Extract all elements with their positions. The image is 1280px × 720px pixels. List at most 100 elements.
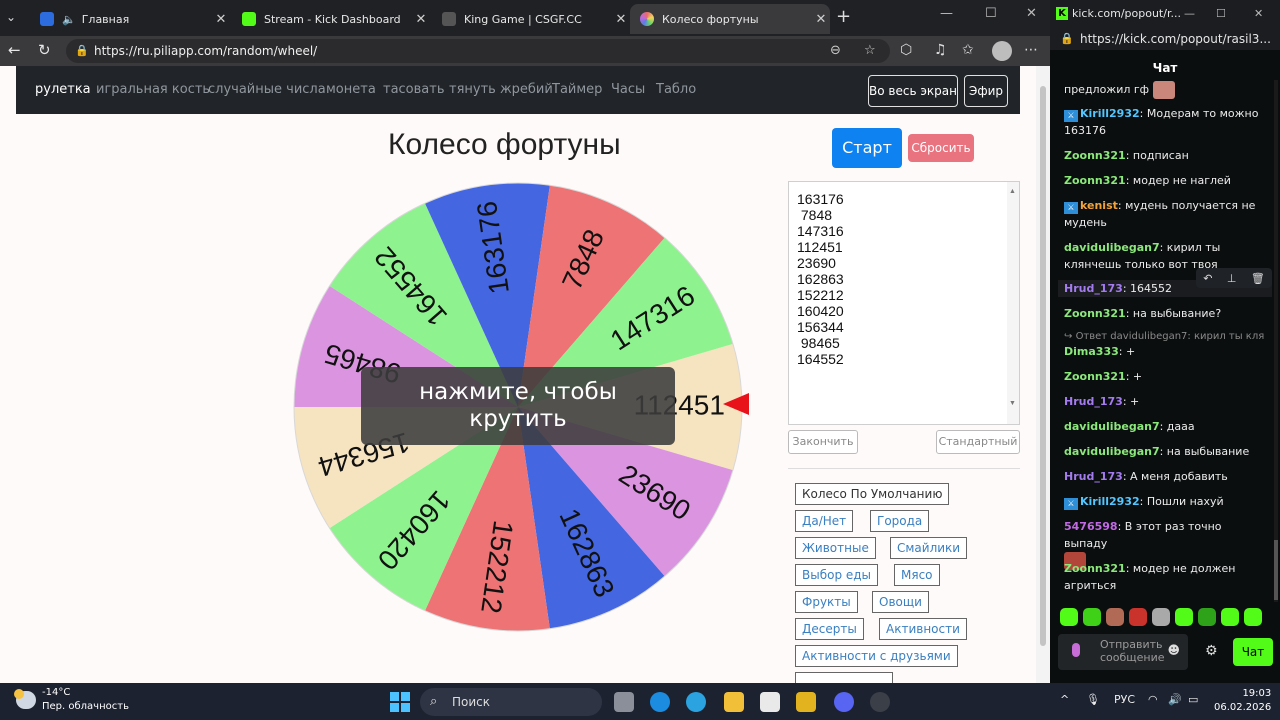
new-tab-icon[interactable]: + [836, 6, 851, 27]
chat-username[interactable]: Zoonn321 [1064, 174, 1126, 187]
taskbar-search[interactable]: ⌕ Поиск [420, 688, 602, 716]
chat-username[interactable]: Hrud_173 [1064, 282, 1123, 295]
preset-meat[interactable]: Мясо [894, 564, 940, 586]
minimize-icon[interactable]: — [940, 6, 953, 21]
tab-kick-dashboard[interactable]: Stream - Kick Dashboard ✕ [232, 4, 430, 34]
preset-default-wheel[interactable]: Колесо По Умолчанию [795, 483, 950, 505]
nav-random-numbers[interactable]: случайные числа [208, 82, 326, 97]
reply-reference[interactable]: ↪ Ответ davidulibegan7: кирил ты кля... [1064, 331, 1264, 342]
preset-food-choice[interactable]: Выбор еды [795, 564, 879, 586]
textarea-scrollbar[interactable] [1007, 182, 1019, 424]
tab-wheel-of-fortune[interactable]: Колесо фортуны ✕ [630, 4, 830, 34]
discord-icon[interactable] [834, 692, 854, 712]
emote-icon[interactable] [1060, 608, 1078, 626]
emote-icon[interactable] [1244, 608, 1262, 626]
maximize-icon[interactable]: ☐ [1216, 0, 1226, 28]
media-icon[interactable]: ♫ [934, 42, 947, 58]
tray-overflow-chevron-icon[interactable]: ^ [1060, 693, 1069, 706]
chat-username[interactable]: Zoonn321 [1064, 370, 1126, 383]
preset-partial[interactable] [795, 672, 893, 683]
tab-king-game[interactable]: King Game | CSGF.CC ✕ [432, 4, 630, 34]
maximize-icon[interactable]: ☐ [985, 6, 997, 21]
minimize-icon[interactable]: — [1184, 0, 1195, 28]
reply-icon[interactable]: ↶ [1203, 272, 1212, 285]
tab-list-chevron-icon[interactable]: ⌄ [6, 10, 16, 24]
fullscreen-button[interactable]: Во весь экран [868, 75, 958, 107]
chat-scrollbar[interactable] [1274, 80, 1278, 602]
edge-browser-icon[interactable] [650, 692, 670, 712]
nav-coin[interactable]: монета [326, 82, 376, 97]
input-language[interactable]: РУС [1114, 693, 1135, 706]
chat-username[interactable]: Dima333 [1064, 345, 1119, 358]
nav-dice[interactable]: игральная кость [96, 82, 210, 97]
nav-scoreboard[interactable]: Табло [656, 82, 696, 97]
preset-vegetables[interactable]: Овощи [872, 591, 929, 613]
emote-icon[interactable] [1129, 608, 1147, 626]
close-tab-icon[interactable]: ✕ [412, 12, 430, 27]
chat-username[interactable]: Zoonn321 [1064, 307, 1126, 320]
chat-input[interactable]: Отправить сообщение ☻ [1058, 634, 1188, 670]
telegram-icon[interactable] [686, 692, 706, 712]
microphone-icon[interactable] [1072, 643, 1080, 657]
preset-fruits[interactable]: Фрукты [795, 591, 858, 613]
system-clock[interactable]: 19:03 06.02.2026 [1214, 687, 1271, 715]
emote-icon[interactable] [1198, 608, 1216, 626]
reset-button[interactable]: Сбросить [908, 134, 974, 162]
temperature-text[interactable]: -14°C [42, 687, 70, 698]
chat-username[interactable]: 5476598 [1064, 520, 1118, 533]
emote-icon[interactable] [1083, 608, 1101, 626]
preset-cities[interactable]: Города [870, 510, 930, 532]
weather-partly-cloudy-icon[interactable] [14, 689, 36, 709]
emote-icon[interactable] [1152, 608, 1170, 626]
weather-condition-text[interactable]: Пер. облачность [42, 701, 129, 712]
close-window-icon[interactable]: ✕ [1026, 6, 1037, 21]
chat-username[interactable]: davidulibegan7 [1064, 241, 1160, 254]
emote-icon[interactable] [1106, 608, 1124, 626]
obs-icon[interactable] [870, 692, 890, 712]
store-icon[interactable] [760, 692, 780, 712]
start-button[interactable]: Старт [832, 128, 902, 168]
finish-button[interactable]: Закончить [788, 430, 858, 454]
chat-username[interactable]: davidulibegan7 [1064, 420, 1160, 433]
nav-shuffle[interactable]: тасовать [383, 82, 445, 97]
reader-icon[interactable]: ⊖ [830, 39, 841, 63]
close-tab-icon[interactable]: ✕ [612, 12, 630, 27]
preset-activities-friends[interactable]: Активности с друзьями [795, 645, 958, 667]
nav-clock[interactable]: Часы [611, 82, 645, 97]
broadcast-button[interactable]: Эфир [964, 75, 1008, 107]
nav-draw-lots[interactable]: тянуть жребий [449, 82, 553, 97]
tab-home[interactable]: 🔈 Главная ✕ [30, 4, 230, 34]
volume-icon[interactable]: 🔊 [1168, 693, 1182, 706]
emote-icon[interactable] [1221, 608, 1239, 626]
task-view-icon[interactable] [614, 692, 634, 712]
address-bar[interactable]: 🔒 https://ru.piliapp.com/random/wheel/ ⊖… [66, 39, 890, 63]
preset-desserts[interactable]: Десерты [795, 618, 864, 640]
app-icon[interactable] [796, 692, 816, 712]
microphone-tray-icon[interactable]: 🎙 [1086, 693, 1100, 706]
chat-settings-gear-icon[interactable]: ⚙ [1205, 643, 1218, 659]
extensions-icon[interactable]: ⬡ [900, 42, 912, 58]
chat-username[interactable]: Hrud_173 [1064, 470, 1123, 483]
favorites-icon[interactable]: ✩ [962, 42, 974, 58]
favorite-star-icon[interactable]: ☆ [864, 39, 876, 63]
close-tab-icon[interactable]: ✕ [212, 12, 230, 27]
send-chat-button[interactable]: Чат [1233, 638, 1273, 666]
scrollbar-thumb[interactable] [1040, 86, 1046, 646]
chat-scrollbar-thumb[interactable] [1274, 540, 1278, 600]
chat-username[interactable]: Hrud_173 [1064, 395, 1123, 408]
kick-url-bar[interactable]: 🔒 https://kick.com/popout/rasil3... [1050, 28, 1280, 50]
preset-emoji[interactable]: Смайлики [890, 537, 968, 559]
page-scrollbar[interactable] [1036, 66, 1050, 683]
standard-button[interactable]: Стандартный [936, 430, 1020, 454]
entries-textarea[interactable]: 163176 7848 147316 112451 23690 162863 1… [788, 181, 1020, 425]
chat-username[interactable]: Zoonn321 [1064, 149, 1126, 162]
spin-hint-overlay[interactable]: нажмите, чтобы крутить [361, 367, 675, 445]
preset-yes-no[interactable]: Да/Нет [795, 510, 854, 532]
nav-roulette[interactable]: рулетка [35, 82, 91, 97]
chat-username[interactable]: Zoonn321 [1064, 562, 1126, 575]
pin-icon[interactable]: ⊥ [1227, 272, 1237, 285]
delete-icon[interactable]: 🗑 [1251, 272, 1265, 285]
chat-username[interactable]: davidulibegan7 [1064, 445, 1160, 458]
file-explorer-icon[interactable] [724, 692, 744, 712]
nav-timer[interactable]: Таймер [552, 82, 602, 97]
